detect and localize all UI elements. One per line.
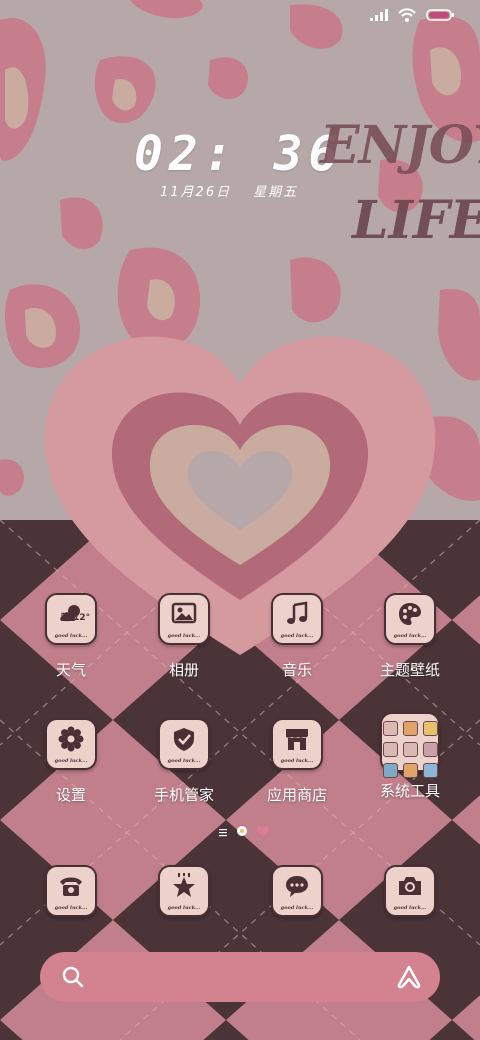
folder-mini-icon [403,721,418,736]
app-tag: good luck... [280,758,314,764]
page-indicator[interactable] [218,822,270,841]
search-bar[interactable] [40,952,440,1002]
list-page-icon [218,822,228,841]
music-note-icon: good luck... [271,593,323,645]
gear-icon: good luck... [45,718,97,770]
camera-icon: good luck... [384,865,436,917]
app-tag: good luck... [167,905,201,911]
app-tag: good luck... [54,905,88,911]
shield-check-icon: good luck... [158,718,210,770]
dock-phone[interactable]: good luck... [16,865,126,917]
folder-mini-icon [423,742,438,757]
app-label: 相册 [168,661,199,679]
app-tag: good luck... [54,758,88,764]
assistant-icon[interactable] [396,965,422,993]
app-label: 主题壁纸 [379,661,440,679]
app-settings[interactable]: good luck... 设置 [16,718,126,805]
app-tag: good luck... [393,633,427,639]
app-tag: good luck... [54,633,88,639]
app-themes[interactable]: good luck... 主题壁纸 [355,593,465,680]
app-weather[interactable]: 晴 12° good luck... 天气 [16,593,126,680]
store-icon: good luck... [271,718,323,770]
home-screen: 02: 36 11月26日 星期五 ENJOY LIFE 晴 12° good … [0,0,480,1040]
wallpaper-text-life: LIFE [352,190,480,251]
app-security[interactable]: good luck... 手机管家 [129,718,239,805]
photo-icon: good luck... [158,593,210,645]
status-bar [370,8,454,22]
app-label: 手机管家 [153,786,214,804]
app-tag: good luck... [167,633,201,639]
palette-icon: good luck... [384,593,436,645]
app-tag: good luck... [280,905,314,911]
folder-mini-icon [383,742,398,757]
folder-icon [380,712,440,778]
app-label: 天气 [55,661,86,679]
search-icon[interactable] [62,966,84,992]
folder-mini-icon [423,763,438,778]
app-tools-folder[interactable]: 系统工具 [355,712,465,801]
wifi-icon [398,8,416,22]
app-tag: good luck... [280,633,314,639]
weather-icon: 晴 12° good luck... [45,593,97,645]
phone-icon: good luck... [45,865,97,917]
folder-mini-icon [383,763,398,778]
signal-icon [370,9,388,21]
folder-mini-icon [403,742,418,757]
heart-dot-icon [256,822,270,841]
app-tag: good luck... [393,905,427,911]
app-tag: good luck... [167,758,201,764]
dock-messages[interactable]: good luck... [242,865,352,917]
app-label: 音乐 [281,661,312,679]
folder-mini-icon [403,763,418,778]
date-text: 11月26日 [160,185,232,200]
star-icon: good luck... [158,865,210,917]
app-music[interactable]: good luck... 音乐 [242,593,352,680]
app-gallery[interactable]: good luck... 相册 [129,593,239,680]
clock-time[interactable]: 02: 36 [134,126,343,182]
wallpaper-text-enjoy: ENJOY [320,115,480,176]
app-store[interactable]: good luck... 应用商店 [242,718,352,805]
dock-favorites[interactable]: good luck... [129,865,239,917]
app-label: 设置 [55,786,86,804]
weather-badge: 晴 12° [61,613,91,623]
weekday-text: 星期五 [253,185,299,200]
app-label: 应用商店 [266,786,327,804]
message-icon: good luck... [271,865,323,917]
app-label: 系统工具 [379,782,440,800]
dock-camera[interactable]: good luck... [355,865,465,917]
battery-icon [426,9,454,21]
clock-date: 11月26日 星期五 [160,181,298,200]
folder-mini-icon [423,721,438,736]
flower-dot-icon [236,822,248,841]
folder-mini-icon [383,721,398,736]
